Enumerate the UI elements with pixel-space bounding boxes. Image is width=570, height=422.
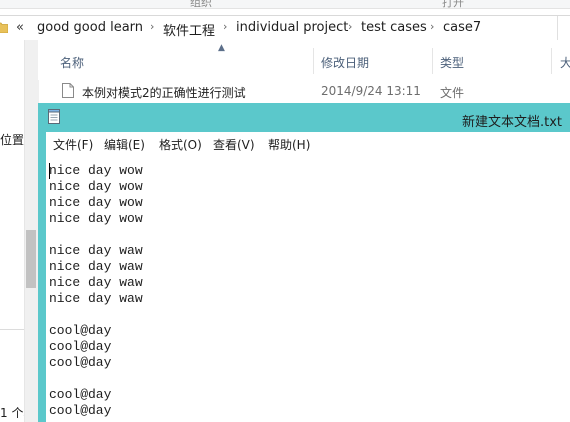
nav-scrollbar-thumb[interactable] <box>26 230 36 288</box>
menu-view[interactable]: 查看(V) <box>213 136 255 153</box>
column-divider[interactable] <box>432 48 433 74</box>
breadcrumb-individual-project[interactable]: individual project <box>236 20 348 35</box>
address-bar[interactable]: « good good learn › 软件工程 › individual pr… <box>0 15 570 41</box>
file-modified: 2014/9/24 13:11 <box>321 84 421 98</box>
text-line: nice day wow <box>49 211 143 226</box>
ribbon-organize[interactable]: 组织 <box>190 0 212 8</box>
text-line: cool@day <box>49 323 112 338</box>
column-size[interactable]: 大 <box>560 54 570 71</box>
text-line: cool@day <box>49 355 112 370</box>
menu-format[interactable]: 格式(O) <box>159 136 202 153</box>
window-title: 新建文本文档.txt <box>462 115 563 130</box>
text-line: nice day wow <box>49 179 143 194</box>
ribbon-open[interactable]: 打开 <box>442 0 464 8</box>
column-header-row: ▲ 名称 修改日期 类型 大 <box>38 40 570 80</box>
chevron-right-icon[interactable]: › <box>348 20 352 33</box>
text-editor[interactable]: nice day wow nice day wow nice day wow n… <box>46 154 570 422</box>
text-caret <box>49 163 50 179</box>
breadcrumb-good-good-learn[interactable]: good good learn <box>37 20 143 35</box>
nav-location-text[interactable]: 位置 <box>0 131 24 148</box>
file-name: 本例对模式2的正确性进行测试 <box>82 86 246 100</box>
text-line: nice day waw <box>49 259 143 274</box>
column-divider[interactable] <box>313 48 314 74</box>
folder-icon <box>0 22 8 33</box>
menu-bar: 文件(F) 编辑(E) 格式(O) 查看(V) 帮助(H) <box>46 132 570 155</box>
sort-up-icon: ▲ <box>218 43 225 53</box>
text-line: nice day wow <box>49 163 143 178</box>
file-type: 文件 <box>440 86 465 100</box>
breadcrumb-test-cases[interactable]: test cases <box>361 20 427 35</box>
text-line: cool@day <box>49 387 112 402</box>
text-line: nice day waw <box>49 275 143 290</box>
menu-edit[interactable]: 编辑(E) <box>104 136 145 153</box>
notepad-icon <box>48 109 60 124</box>
address-dropdown-button[interactable] <box>557 16 570 40</box>
nav-divider <box>0 329 24 330</box>
menu-file[interactable]: 文件(F) <box>53 136 93 153</box>
notepad-client: 文件(F) 编辑(E) 格式(O) 查看(V) 帮助(H) nice day w… <box>46 132 570 422</box>
chevron-right-icon[interactable]: › <box>430 20 434 33</box>
file-icon <box>62 83 74 98</box>
column-modified[interactable]: 修改日期 <box>321 54 369 71</box>
breadcrumb-software-engineering[interactable]: 软件工程 <box>163 20 215 39</box>
file-list-item[interactable]: 本例对模式2的正确性进行测试 2014/9/24 13:11 文件 <box>38 80 570 102</box>
column-type[interactable]: 类型 <box>440 54 464 71</box>
column-name[interactable]: 名称 <box>60 54 84 71</box>
text-line: nice day wow <box>49 195 143 210</box>
notepad-window[interactable]: 新建文本文档.txt 文件(F) 编辑(E) 格式(O) 查看(V) 帮助(H)… <box>38 103 570 422</box>
text-line: cool@day <box>49 339 112 354</box>
text-line: cool@day <box>49 403 112 418</box>
chevron-right-icon[interactable]: › <box>223 20 227 33</box>
menu-help[interactable]: 帮助(H) <box>268 136 310 153</box>
breadcrumb-overflow-icon[interactable]: « <box>16 20 24 35</box>
column-divider[interactable] <box>551 48 552 74</box>
text-line: nice day waw <box>49 291 143 306</box>
breadcrumb-case7: case7 <box>443 20 482 35</box>
chevron-right-icon[interactable]: › <box>150 20 154 33</box>
navigation-pane: 位置 1 个项目 <box>0 40 47 422</box>
text-line: nice day waw <box>49 243 143 258</box>
ribbon: 组织 打开 <box>0 0 570 9</box>
